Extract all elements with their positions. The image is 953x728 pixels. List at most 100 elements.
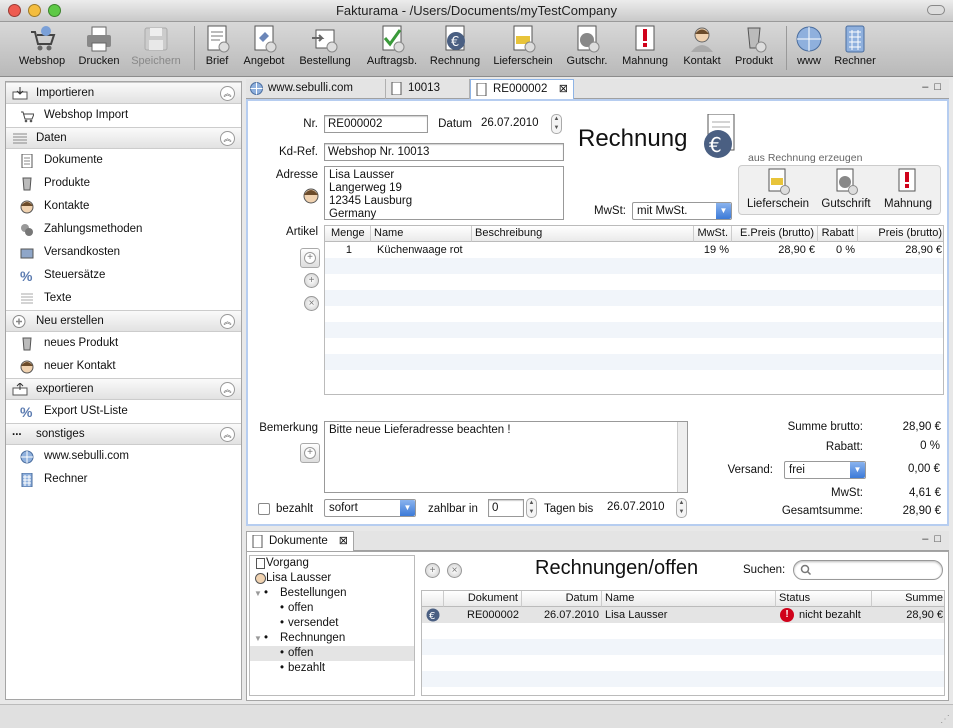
bemerkung-field[interactable]: Bitte neue Lieferadresse beachten ! — [324, 421, 688, 493]
section-sonstiges[interactable]: ... sonstiges ︽ — [6, 423, 241, 445]
tab-close-icon[interactable]: ⊠ — [559, 80, 568, 99]
zahlbar-days-field[interactable]: 0 — [488, 499, 524, 517]
collapse-chevron-icon[interactable]: ︽ — [220, 131, 235, 146]
tree-node-rechnungen[interactable]: ▼ • Rechnungen — [250, 631, 414, 646]
zoom-window-button[interactable] — [48, 4, 61, 17]
section-daten[interactable]: Daten ︽ — [6, 127, 241, 149]
tab-close-icon[interactable]: ⊠ — [339, 532, 348, 551]
tab-10013[interactable]: 10013 — [386, 79, 470, 99]
column-header-menge[interactable]: Menge — [325, 226, 371, 242]
column-header-name[interactable]: Name — [371, 226, 472, 242]
column-header-datum[interactable]: Datum — [522, 591, 602, 607]
column-header-rabatt[interactable]: Rabatt — [818, 226, 858, 242]
column-header-mwst[interactable]: MwSt. — [694, 226, 732, 242]
sidebar-item-neues-produkt[interactable]: neues Produkt — [6, 332, 241, 355]
tree-node-rechnungen-offen[interactable]: • offen — [250, 646, 414, 661]
sidebar-item-www[interactable]: www.sebulli.com — [6, 445, 241, 468]
tree-node-rechnungen-bezahlt[interactable]: • bezahlt — [250, 661, 414, 676]
contact-picker-icon[interactable] — [303, 188, 319, 207]
pane-window-controls[interactable]: –□ — [922, 81, 947, 93]
order-button[interactable]: Bestellung — [296, 24, 354, 67]
sidebar-item-export-ust-liste[interactable]: % Export USt-Liste — [6, 400, 241, 423]
close-window-button[interactable] — [8, 4, 21, 17]
column-header-summe[interactable]: Summe — [872, 591, 944, 607]
sidebar-item-steuersaetze[interactable]: % Steuersätze — [6, 264, 241, 287]
kdref-field[interactable]: Webshop Nr. 10013 — [324, 143, 564, 161]
product-button[interactable]: Produkt — [730, 24, 778, 67]
toolbar-toggle-button[interactable] — [927, 5, 945, 15]
tree-node-bestellungen-versendet[interactable]: • versendet — [250, 616, 414, 631]
column-header-status[interactable]: Status — [776, 591, 872, 607]
delete-document-button[interactable]: × — [447, 563, 462, 578]
contact-button[interactable]: Kontakt — [680, 24, 724, 67]
add-document-button[interactable]: + — [425, 563, 440, 578]
webshop-button[interactable]: Webshop — [14, 24, 70, 67]
tab-re000002[interactable]: RE000002 ⊠ — [470, 79, 574, 99]
scrollbar[interactable] — [677, 422, 687, 492]
order-confirmation-button[interactable]: Auftragsb. — [362, 24, 422, 67]
save-button[interactable]: Speichern — [128, 24, 184, 67]
zahlung-select[interactable]: sofort ▼ — [324, 499, 416, 517]
versand-select[interactable]: frei ▼ — [784, 461, 866, 479]
versand-field[interactable]: 0,00 € — [874, 461, 944, 479]
rabatt-field[interactable]: 0 % — [874, 438, 944, 456]
address-field[interactable]: Lisa Lausser Langerweg 19 12345 Lausburg… — [324, 166, 564, 220]
minimize-window-button[interactable] — [28, 4, 41, 17]
collapse-chevron-icon[interactable]: ︽ — [220, 427, 235, 442]
www-button[interactable]: www — [792, 24, 826, 67]
credit-note-button[interactable]: Gutschr. — [564, 24, 610, 67]
sidebar-item-zahlungsmethoden[interactable]: Zahlungsmethoden — [6, 218, 241, 241]
delete-item-button[interactable]: × — [304, 296, 319, 311]
disclosure-triangle-icon[interactable]: ▼ — [254, 586, 262, 601]
create-credit-button[interactable]: Gutschrift — [817, 168, 875, 210]
section-neu-erstellen[interactable]: Neu erstellen ︽ — [6, 310, 241, 332]
disclosure-triangle-icon[interactable]: ▼ — [254, 631, 262, 646]
dunning-button[interactable]: Mahnung — [618, 24, 672, 67]
create-dunning-button[interactable]: Mahnung — [879, 168, 937, 210]
letter-button[interactable]: Brief — [200, 24, 234, 67]
collapse-chevron-icon[interactable]: ︽ — [220, 86, 235, 101]
add-text-button[interactable]: + — [300, 443, 320, 463]
due-date-stepper[interactable]: ▲ ▼ — [676, 498, 687, 518]
invoice-button[interactable]: € Rechnung — [428, 24, 482, 67]
datum-stepper[interactable]: ▲ ▼ — [551, 114, 562, 134]
tab-dokumente[interactable]: Dokumente ⊠ — [246, 531, 354, 551]
datum-field[interactable]: 26.07.2010 — [478, 115, 550, 133]
collapse-chevron-icon[interactable]: ︽ — [220, 314, 235, 329]
delivery-note-button[interactable]: Lieferschein — [490, 24, 556, 67]
add-item-button[interactable]: + — [300, 248, 320, 268]
tree-node-bestellungen[interactable]: ▼ • Bestellungen — [250, 586, 414, 601]
sidebar-item-versandkosten[interactable]: Versandkosten — [6, 241, 241, 264]
column-header-epreis[interactable]: E.Preis (brutto) — [732, 226, 818, 242]
sidebar-item-webshop-import[interactable]: Webshop Import — [6, 104, 241, 127]
due-date-field[interactable]: 26.07.2010 — [604, 499, 674, 517]
zahlbar-stepper[interactable]: ▲ ▼ — [526, 498, 537, 518]
search-input[interactable] — [793, 560, 943, 580]
tree-node-contact[interactable]: Lisa Lausser — [250, 571, 414, 586]
section-importieren[interactable]: Importieren ︽ — [6, 82, 241, 104]
bezahlt-checkbox[interactable] — [258, 503, 270, 515]
print-button[interactable]: Drucken — [74, 24, 124, 67]
sidebar-item-kontakte[interactable]: Kontakte — [6, 195, 241, 218]
sidebar-item-texte[interactable]: Texte — [6, 287, 241, 310]
section-exportieren[interactable]: exportieren ︽ — [6, 378, 241, 400]
mwst-select[interactable]: mit MwSt. ▼ — [632, 202, 732, 220]
column-header-name[interactable]: Name — [602, 591, 776, 607]
column-header-beschreibung[interactable]: Beschreibung — [472, 226, 694, 242]
add-item-plus-button[interactable]: + — [304, 273, 319, 288]
nr-field[interactable]: RE000002 — [324, 115, 428, 133]
sidebar-item-rechner[interactable]: Rechner — [6, 468, 241, 491]
sidebar-item-neuer-kontakt[interactable]: neuer Kontakt — [6, 355, 241, 378]
offer-button[interactable]: Angebot — [240, 24, 288, 67]
pane-window-controls[interactable]: –□ — [922, 533, 947, 545]
calculator-button[interactable]: Rechner — [830, 24, 880, 67]
tree-node-vorgang[interactable]: Vorgang — [250, 556, 414, 571]
tree-node-bestellungen-offen[interactable]: • offen — [250, 601, 414, 616]
sidebar-item-dokumente[interactable]: Dokumente — [6, 149, 241, 172]
collapse-chevron-icon[interactable]: ︽ — [220, 382, 235, 397]
sidebar-item-produkte[interactable]: Produkte — [6, 172, 241, 195]
tab-www[interactable]: www.sebulli.com — [246, 79, 386, 99]
column-header-preis[interactable]: Preis (brutto) — [858, 226, 943, 242]
resize-grip-icon[interactable]: ⋰ — [940, 714, 950, 725]
create-delivery-button[interactable]: Lieferschein — [745, 168, 811, 210]
